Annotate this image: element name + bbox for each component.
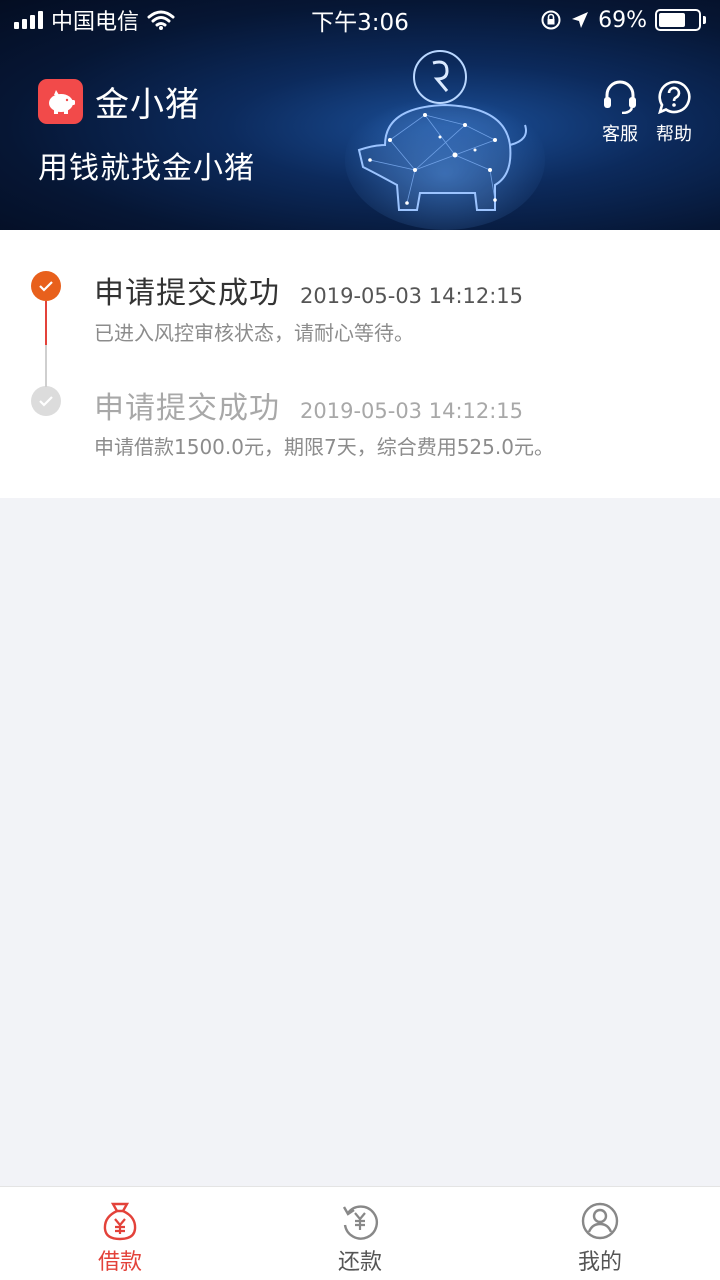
- tab-mine-label: 我的: [577, 1250, 622, 1275]
- tab-borrow[interactable]: 借款: [0, 1187, 240, 1280]
- help-button[interactable]: 帮助: [648, 80, 700, 146]
- brand: 金小猪: [38, 77, 200, 126]
- rotation-lock-icon: [541, 10, 561, 30]
- battery-icon: [655, 9, 706, 31]
- location-arrow-icon: [572, 12, 589, 28]
- status-timeline-card: 申请提交成功 2019-05-03 14:12:15 已进入风控审核状态，请耐心…: [0, 230, 720, 498]
- piggy-bank-illustration: [345, 50, 545, 230]
- help-question-icon: [658, 80, 691, 114]
- bottom-tab-bar: 借款 还款 我的: [0, 1186, 720, 1280]
- headset-icon: [604, 80, 636, 114]
- repay-cycle-icon: [342, 1205, 378, 1240]
- wifi-icon: [147, 10, 175, 30]
- app-root: 中国电信 下午3:06 69% 金小猪 用钱就找金小猪 客服 帮助 申请提交成功…: [0, 0, 720, 1280]
- carrier-label: 中国电信: [51, 10, 140, 35]
- tab-mine[interactable]: 我的: [480, 1187, 720, 1280]
- battery-percent: 69%: [598, 7, 647, 33]
- status-bar: 中国电信 下午3:06 69%: [0, 0, 720, 40]
- header-banner: 中国电信 下午3:06 69% 金小猪 用钱就找金小猪 客服 帮助: [0, 0, 720, 230]
- help-label: 帮助: [656, 124, 692, 145]
- timeline-title: 申请提交成功: [94, 276, 280, 311]
- timeline-time: 2019-05-03 14:12:15: [300, 399, 524, 423]
- check-active-icon: [31, 271, 61, 301]
- timeline-connector: [45, 345, 47, 387]
- pig-logo-icon: [38, 79, 83, 124]
- timeline-connector-active: [45, 301, 47, 345]
- money-bag-icon: [103, 1202, 137, 1241]
- slogan: 用钱就找金小猪: [38, 151, 255, 186]
- customer-service-button[interactable]: 客服: [594, 80, 646, 146]
- tab-borrow-label: 借款: [97, 1250, 142, 1275]
- timeline-time: 2019-05-03 14:12:15: [300, 284, 524, 308]
- timeline-title: 申请提交成功: [94, 391, 280, 426]
- timeline-desc: 已进入风控审核状态，请耐心等待。: [94, 321, 414, 345]
- tab-repay[interactable]: 还款: [240, 1187, 480, 1280]
- signal-icon: [14, 11, 43, 29]
- customer-service-label: 客服: [602, 124, 638, 145]
- user-icon: [581, 1202, 619, 1240]
- check-done-icon: [31, 386, 61, 416]
- tab-repay-label: 还款: [337, 1250, 382, 1275]
- timeline-desc: 申请借款1500.0元，期限7天，综合费用525.0元。: [94, 435, 554, 459]
- app-name: 金小猪: [95, 85, 200, 125]
